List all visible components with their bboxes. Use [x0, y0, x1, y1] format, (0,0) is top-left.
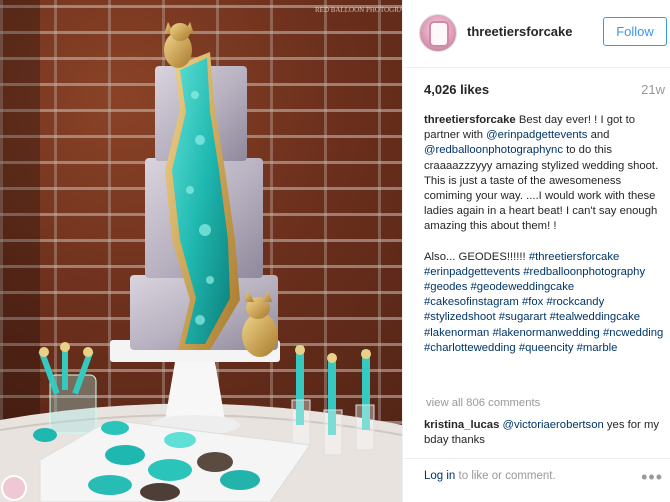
- hashtag[interactable]: #lakenorman: [424, 327, 489, 339]
- caption-text: Best day ever! ! I got to partner with @…: [424, 114, 658, 232]
- comment-mention[interactable]: @victoriaerobertson: [503, 419, 604, 431]
- comment-username[interactable]: kristina_lucas: [424, 419, 499, 431]
- hashtag[interactable]: #queencity: [519, 342, 574, 354]
- hashtag[interactable]: #threetiersforcake: [529, 251, 619, 263]
- post-footer: Log in to like or comment. •••: [403, 458, 670, 502]
- hashtag[interactable]: #sugarart: [499, 311, 547, 323]
- caption-lead: Also... GEODES!!!!!!: [424, 250, 529, 263]
- login-prompt-text: to like or comment.: [455, 470, 556, 482]
- hashtag[interactable]: #charlottewedding: [424, 342, 516, 354]
- hashtag[interactable]: #redballoonphotography: [523, 266, 645, 278]
- likes-row: 4,026 likes 21w: [403, 68, 670, 108]
- bakery-logo: [1, 475, 27, 501]
- post-age[interactable]: 21w: [641, 82, 665, 97]
- hashtag[interactable]: #cakesofinstagram: [424, 296, 519, 308]
- caption-paragraph-1: threetiersforcake Best day ever! ! I got…: [424, 113, 664, 235]
- cake-stand-pedestal: [165, 362, 225, 420]
- caption-mention[interactable]: @erinpadgettevents: [486, 129, 587, 141]
- geode-cake-illustration: RED BALLOON PHOTOGRAPHY: [0, 0, 402, 502]
- caption-username[interactable]: threetiersforcake: [424, 114, 516, 126]
- likes-count[interactable]: 4,026 likes: [424, 82, 489, 97]
- hashtag[interactable]: #tealweddingcake: [550, 311, 640, 323]
- ellipsis-icon[interactable]: •••: [641, 467, 663, 488]
- hashtag[interactable]: #rockcandy: [546, 296, 604, 308]
- photographer-watermark: RED BALLOON PHOTOGRAPHY: [315, 6, 402, 14]
- caption: threetiersforcake Best day ever! ! I got…: [424, 113, 664, 371]
- hashtag[interactable]: #lakenormanwedding: [492, 327, 599, 339]
- login-link[interactable]: Log in: [424, 470, 455, 482]
- hashtag[interactable]: #fox: [522, 296, 543, 308]
- rock-candy-right: [291, 345, 375, 456]
- post-photo[interactable]: RED BALLOON PHOTOGRAPHY: [0, 0, 402, 502]
- hashtag[interactable]: #marble: [577, 342, 618, 354]
- login-prompt: Log in to like or comment.: [424, 470, 556, 482]
- hashtag[interactable]: #erinpadgettevents: [424, 266, 520, 278]
- follow-button[interactable]: Follow: [603, 17, 667, 46]
- view-all-comments-link[interactable]: view all 806 comments: [426, 397, 540, 409]
- author-username[interactable]: threetiersforcake: [467, 24, 573, 39]
- hashtag[interactable]: #ncwedding: [603, 327, 663, 339]
- caption-paragraph-2: Also... GEODES!!!!!! #threetiersforcake …: [424, 250, 664, 356]
- hashtag-list: #threetiersforcake #erinpadgettevents #r…: [424, 251, 663, 354]
- avatar[interactable]: [419, 14, 457, 52]
- post-header: threetiersforcake Follow: [403, 0, 670, 68]
- caption-mention[interactable]: @redballoonphotographync: [424, 144, 563, 156]
- hashtag[interactable]: #geodeweddingcake: [471, 281, 575, 293]
- caption-text-segment: and: [587, 129, 610, 142]
- hashtag[interactable]: #geodes: [424, 281, 467, 293]
- hashtag[interactable]: #stylizedshoot: [424, 311, 496, 323]
- post-panel: threetiersforcake Follow 4,026 likes 21w…: [402, 0, 670, 502]
- caption-text-segment: to do this craaaazzzyyy amazing stylized…: [424, 144, 659, 233]
- comment: kristina_lucas @victoriaerobertson yes f…: [424, 418, 664, 448]
